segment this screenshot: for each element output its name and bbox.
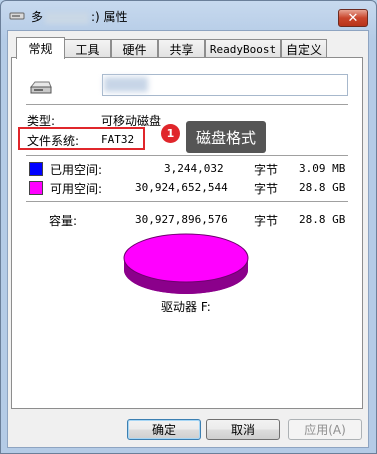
apply-button[interactable]: 应用(A) [288,419,362,440]
window-title: 多:) 属性 [31,10,128,24]
free-space-bytes: 30,924,652,544 [135,181,228,194]
capacity-bytes: 30,927,896,576 [135,213,228,226]
capacity-unit: 字节 [254,214,279,228]
ok-button[interactable]: 确定 [127,419,201,440]
pie-free-slice [123,233,249,283]
close-button[interactable]: ✕ [338,9,368,27]
free-space-human: 28.8 GB [299,181,346,194]
free-space-label: 可用空间: [50,182,103,196]
free-space-unit: 字节 [254,182,279,196]
disk-usage-pie [123,233,249,294]
tab-customize[interactable]: 自定义 [281,39,327,58]
tab-tools[interactable]: 工具 [64,39,111,58]
tab-label: 自定义 [285,42,322,57]
drive-icon [9,12,25,20]
tab-readyboost[interactable]: ReadyBoost [205,39,281,58]
tab-label: ReadyBoost [209,42,277,56]
used-space-human: 3.09 MB [299,162,346,175]
tab-general[interactable]: 常规 [16,37,65,59]
cancel-button[interactable]: 取消 [206,419,280,440]
filesystem-highlight-box [18,127,145,150]
tab-sharing[interactable]: 共享 [158,39,205,58]
drive-letter-label: 驱动器 F: [161,300,211,314]
used-space-bytes: 3,244,032 [164,162,224,175]
tab-label: 硬件 [122,42,147,57]
divider [26,104,348,106]
divider [26,155,348,157]
used-space-label: 已用空间: [50,163,103,177]
tab-label: 工具 [75,42,100,57]
used-space-unit: 字节 [254,163,279,177]
annotation-badge: 1 [161,124,180,143]
used-space-swatch [29,162,43,176]
capacity-human: 28.8 GB [299,213,346,226]
removable-drive-icon [29,81,52,94]
tab-label: 共享 [169,42,194,57]
close-icon: ✕ [347,10,359,26]
capacity-label: 容量: [49,214,78,228]
redacted-name [104,77,148,92]
annotation-callout: 磁盘格式 [186,121,266,153]
free-space-swatch [29,181,43,195]
tab-label: 常规 [28,42,53,56]
tab-hardware[interactable]: 硬件 [111,39,158,58]
title-bar[interactable]: 多:) 属性 ✕ [1,1,376,31]
divider [26,201,348,203]
